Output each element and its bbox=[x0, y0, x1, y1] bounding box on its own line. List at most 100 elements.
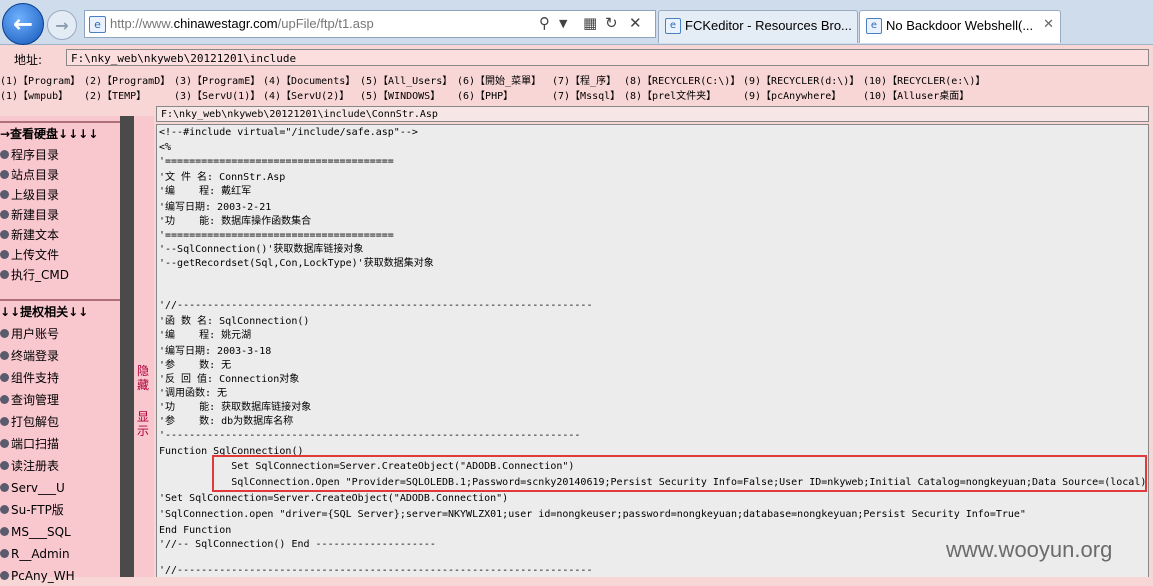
code-line: '功 能: 数据库操作函数集合 bbox=[159, 216, 312, 227]
file-path-input[interactable]: F:\nky_web\nkyweb\20121201\include\ConnS… bbox=[156, 106, 1149, 122]
sidebar-item-mssql[interactable]: MS___SQL bbox=[0, 522, 71, 542]
code-line: '---------------------------------------… bbox=[159, 430, 581, 441]
quick-link[interactable]: (1)【wmpub】 bbox=[0, 87, 68, 102]
quick-link[interactable]: (1)【Program】 bbox=[0, 72, 80, 87]
sidebar-item-label: 组件支持 bbox=[11, 371, 60, 385]
code-line: '编写日期: 2003-2-21 bbox=[159, 202, 272, 213]
address-label: 地址: bbox=[14, 53, 43, 67]
code-line: '//-- SqlConnection() End --------------… bbox=[159, 539, 436, 550]
url-prefix: http://www. bbox=[110, 16, 174, 31]
tab-fckeditor[interactable]: e FCKeditor - Resources Bro... bbox=[658, 10, 858, 43]
forward-button[interactable]: → bbox=[47, 10, 77, 40]
quick-link[interactable]: (7)【程_序】 bbox=[552, 72, 616, 87]
path-input[interactable]: F:\nky_web\nkyweb\20121201\include bbox=[66, 49, 1149, 66]
code-line: '文 件 名: ConnStr.Asp bbox=[159, 172, 286, 183]
url-text[interactable]: http://www.chinawestagr.com/upFile/ftp/t… bbox=[110, 16, 374, 31]
quick-link[interactable]: (8)【prel文件夹】 bbox=[624, 87, 716, 102]
sidebar-item-label: Serv___U bbox=[11, 481, 65, 495]
sidebar-item-label: 查询管理 bbox=[11, 393, 60, 407]
shell-address-row: 地址: F:\nky_web\nkyweb\20121201\include bbox=[0, 48, 1153, 70]
quick-link[interactable]: (7)【Mssql】 bbox=[552, 87, 620, 102]
quick-link[interactable]: (4)【Documents】 bbox=[263, 72, 355, 87]
bullet-icon bbox=[0, 329, 9, 338]
menu-heading-privilege: ↓↓提权相关↓↓ bbox=[0, 299, 120, 323]
close-icon[interactable]: ✕ bbox=[1043, 17, 1054, 32]
arrow-right-icon: → bbox=[55, 15, 69, 35]
quick-link[interactable]: (3)【ServU(1)】 bbox=[174, 87, 260, 102]
sidebar-item-site-dir[interactable]: 站点目录 bbox=[0, 165, 59, 185]
sidebar-item-label: R__Admin bbox=[11, 547, 70, 561]
sidebar-item-port-scan[interactable]: 端口扫描 bbox=[0, 434, 59, 454]
refresh-icon[interactable]: ↻ bbox=[605, 14, 618, 32]
bullet-icon bbox=[0, 417, 9, 426]
quick-link[interactable]: (3)【ProgramE】 bbox=[174, 72, 260, 87]
code-line: '//-------------------------------------… bbox=[159, 565, 593, 576]
quick-link[interactable]: (6)【開始_菜單】 bbox=[457, 72, 541, 87]
sidebar-item-label: 新建目录 bbox=[11, 208, 60, 222]
sidebar-item-label: 上级目录 bbox=[11, 188, 60, 202]
quick-link[interactable]: (8)【RECYCLER(C:\)】 bbox=[624, 72, 740, 87]
code-line: '参 数: db为数据库名称 bbox=[159, 416, 294, 427]
sidebar-item-program-dir[interactable]: 程序目录 bbox=[0, 145, 59, 165]
tab-webshell[interactable]: e No Backdoor Webshell(... ✕ bbox=[859, 10, 1061, 43]
sidebar-item-cmd[interactable]: 执行_CMD bbox=[0, 265, 69, 285]
sidebar-item-su-ftp[interactable]: Su-FTP版 bbox=[0, 500, 64, 520]
sidebar-item-new-text[interactable]: 新建文本 bbox=[0, 225, 59, 245]
stop-icon[interactable]: ✕ bbox=[629, 14, 642, 32]
sidebar-item-pack[interactable]: 打包解包 bbox=[0, 412, 59, 432]
code-line: '调用函数: 无 bbox=[159, 388, 228, 399]
code-editor[interactable]: <!--#include virtual="/include/safe.asp"… bbox=[156, 124, 1149, 577]
quick-link[interactable]: (2)【TEMP】 bbox=[84, 87, 146, 102]
sidebar-item-parent-dir[interactable]: 上级目录 bbox=[0, 185, 59, 205]
sidebar-item-terminal-login[interactable]: 终端登录 bbox=[0, 346, 59, 366]
sidebar-item-label: 上传文件 bbox=[11, 248, 60, 262]
bullet-icon bbox=[0, 483, 9, 492]
quick-link[interactable]: (4)【ServU(2)】 bbox=[263, 87, 349, 102]
code-line: '编 程: 戴红军 bbox=[159, 186, 252, 197]
bullet-icon bbox=[0, 571, 9, 580]
code-line: '参 数: 无 bbox=[159, 360, 232, 371]
bullet-icon bbox=[0, 461, 9, 470]
toggle-column: 隐藏 显示 bbox=[134, 116, 154, 577]
quick-link[interactable]: (10)【Alluser桌面】 bbox=[863, 87, 969, 102]
sidebar-item-upload[interactable]: 上传文件 bbox=[0, 245, 59, 265]
quick-link[interactable]: (9)【RECYCLER(d:\)】 bbox=[743, 72, 859, 87]
quick-link[interactable]: (5)【WINDOWS】 bbox=[360, 87, 440, 102]
code-line: End Function bbox=[159, 525, 232, 536]
chevron-down-icon[interactable]: ▼ bbox=[559, 17, 567, 30]
quick-link[interactable]: (6)【PHP】 bbox=[457, 87, 513, 102]
sidebar-item-query[interactable]: 查询管理 bbox=[0, 390, 59, 410]
frame-divider[interactable] bbox=[120, 116, 134, 577]
quick-link[interactable]: (9)【pcAnywhere】 bbox=[743, 87, 841, 102]
sidebar-item-new-dir[interactable]: 新建目录 bbox=[0, 205, 59, 225]
code-line: '====================================== bbox=[159, 230, 394, 241]
url-bar[interactable]: e http://www.chinawestagr.com/upFile/ftp… bbox=[84, 10, 656, 38]
url-path: /upFile/ftp/t1.asp bbox=[277, 16, 374, 31]
ie-tab-icon: e bbox=[665, 18, 681, 34]
quick-link[interactable]: (10)【RECYCLER(e:\)】 bbox=[863, 72, 985, 87]
ie-tab-icon: e bbox=[866, 18, 882, 34]
quick-link[interactable]: (2)【ProgramD】 bbox=[84, 72, 170, 87]
sidebar-item-label: 端口扫描 bbox=[11, 437, 60, 451]
sidebar-item-pcany[interactable]: PcAny_WH bbox=[0, 566, 75, 586]
bullet-icon bbox=[0, 270, 9, 279]
bullet-icon bbox=[0, 210, 9, 219]
bullet-icon bbox=[0, 439, 9, 448]
code-line: <% bbox=[159, 142, 172, 153]
code-line: '函 数 名: SqlConnection() bbox=[159, 316, 310, 327]
browser-toolbar: ← → e http://www.chinawestagr.com/upFile… bbox=[0, 0, 1153, 45]
search-icon[interactable]: ⚲ bbox=[539, 14, 550, 32]
sidebar-item-label: 执行_CMD bbox=[11, 268, 69, 282]
back-button[interactable]: ← bbox=[2, 3, 44, 45]
sidebar-item-components[interactable]: 组件支持 bbox=[0, 368, 59, 388]
code-line: '//-------------------------------------… bbox=[159, 300, 593, 311]
bullet-icon bbox=[0, 395, 9, 404]
sidebar-item-user-accounts[interactable]: 用户账号 bbox=[0, 324, 59, 344]
sidebar-item-servu[interactable]: Serv___U bbox=[0, 478, 65, 498]
quick-link[interactable]: (5)【All_Users】 bbox=[360, 72, 452, 87]
toggle-show-link[interactable]: 显示 bbox=[137, 410, 151, 438]
sidebar-item-radmin[interactable]: R__Admin bbox=[0, 544, 70, 564]
compatibility-view-icon[interactable]: ▦ bbox=[583, 14, 597, 32]
sidebar-item-registry[interactable]: 读注册表 bbox=[0, 456, 59, 476]
toggle-hide-link[interactable]: 隐藏 bbox=[137, 364, 151, 392]
